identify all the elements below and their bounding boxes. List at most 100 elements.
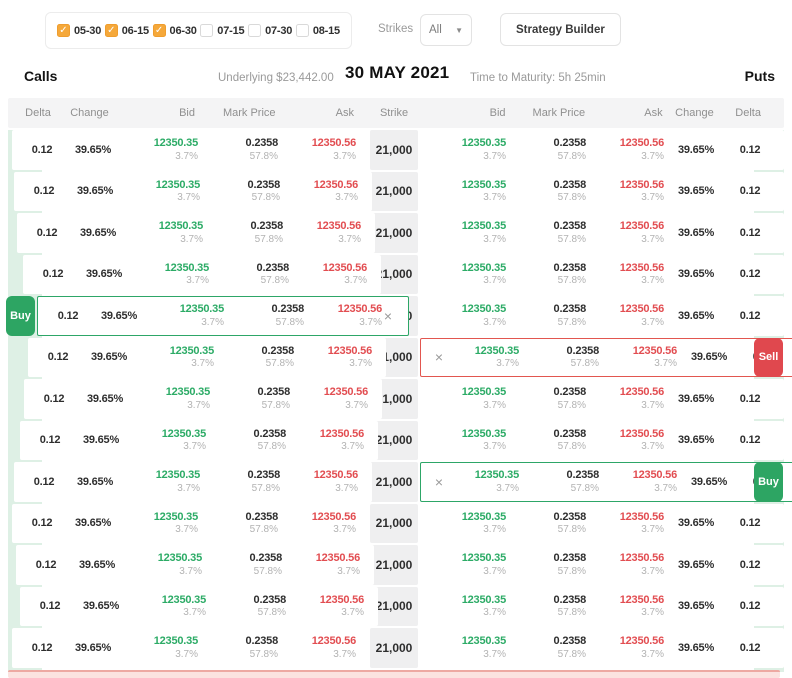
expiry-checkbox-07-15[interactable]: 07-15 xyxy=(200,24,244,37)
calls-row-card[interactable]: 0.12 39.65% 12350.35 3.7% 0.2358 57.8% 1… xyxy=(23,255,381,295)
call-bid-cell[interactable]: 12350.35 3.7% xyxy=(132,594,206,619)
put-ask-cell[interactable]: 12350.56 3.7% xyxy=(586,511,664,536)
puts-row-card[interactable]: × 12350.35 3.7% 0.2358 57.8% 12350.56 3.… xyxy=(420,213,784,253)
call-ask-cell[interactable]: 12350.56 3.7% xyxy=(294,345,372,370)
calls-row-card[interactable]: 0.12 39.65% 12350.35 3.7% 0.2358 57.8% 1… xyxy=(12,130,370,170)
put-bid-cell[interactable]: 12350.35 3.7% xyxy=(432,262,506,287)
call-ask-iv: 3.7% xyxy=(341,607,364,619)
calls-row-card[interactable]: 0.12 39.65% 12350.35 3.7% 0.2358 57.8% 1… xyxy=(14,462,372,502)
put-ask-cell[interactable]: 12350.56 3.7% xyxy=(586,552,664,577)
call-ask-cell[interactable]: 12350.56 3.7% xyxy=(282,552,360,577)
expiry-checkbox-06-15[interactable]: ✓06-15 xyxy=(105,24,149,37)
call-bid-cell[interactable]: 12350.35 3.7% xyxy=(136,386,210,411)
put-ask-cell[interactable]: 12350.56 3.7% xyxy=(586,179,664,204)
put-bid-cell[interactable]: 12350.35 3.7% xyxy=(432,594,506,619)
put-ask-cell[interactable]: 12350.56 3.7% xyxy=(586,303,664,328)
put-ask-cell[interactable]: 12350.56 3.7% xyxy=(586,428,664,453)
call-bid-cell[interactable]: 12350.35 3.7% xyxy=(124,137,198,162)
put-bid-cell[interactable]: 12350.35 3.7% xyxy=(445,345,519,370)
call-ask-cell[interactable]: 12350.56 3.7% xyxy=(286,428,364,453)
call-ask-cell[interactable]: 12350.56 3.7% xyxy=(290,386,368,411)
call-ask-cell[interactable]: 12350.56 3.7% xyxy=(289,262,367,287)
calls-row-card[interactable]: 0.12 39.65% 12350.35 3.7% 0.2358 57.8% 1… xyxy=(37,296,409,336)
call-bid-cell[interactable]: 12350.35 3.7% xyxy=(129,220,203,245)
puts-row-card[interactable]: × 12350.35 3.7% 0.2358 57.8% 12350.56 3.… xyxy=(420,130,784,170)
sell-put-button[interactable]: Sell xyxy=(754,338,783,378)
puts-row-card[interactable]: × 12350.35 3.7% 0.2358 57.8% 12350.56 3.… xyxy=(420,338,792,378)
put-ask-cell[interactable]: 12350.56 3.7% xyxy=(586,386,664,411)
put-ask-cell[interactable]: 12350.56 3.7% xyxy=(586,594,664,619)
put-ask-cell[interactable]: 12350.56 3.7% xyxy=(599,469,677,494)
call-ask-cell[interactable]: 12350.56 3.7% xyxy=(286,594,364,619)
put-ask-cell[interactable]: 12350.56 3.7% xyxy=(586,137,664,162)
call-ask-cell[interactable]: 12350.56 3.7% xyxy=(280,469,358,494)
puts-row-card[interactable]: × 12350.35 3.7% 0.2358 57.8% 12350.56 3.… xyxy=(420,587,784,627)
puts-row-card[interactable]: × 12350.35 3.7% 0.2358 57.8% 12350.56 3.… xyxy=(420,255,784,295)
put-ask-cell[interactable]: 12350.56 3.7% xyxy=(599,345,677,370)
put-ask-cell[interactable]: 12350.56 3.7% xyxy=(586,635,664,660)
puts-row-card[interactable]: × 12350.35 3.7% 0.2358 57.8% 12350.56 3.… xyxy=(420,628,784,668)
close-icon[interactable]: × xyxy=(433,475,445,489)
puts-row-card[interactable]: × 12350.35 3.7% 0.2358 57.8% 12350.56 3.… xyxy=(420,504,784,544)
call-ask-cell[interactable]: 12350.56 3.7% xyxy=(283,220,361,245)
expiry-checkbox-07-30[interactable]: 07-30 xyxy=(248,24,292,37)
put-bid-cell[interactable]: 12350.35 3.7% xyxy=(432,635,506,660)
put-bid-cell[interactable]: 12350.35 3.7% xyxy=(432,303,506,328)
call-bid-cell[interactable]: 12350.35 3.7% xyxy=(150,303,224,328)
buy-call-button[interactable]: Buy xyxy=(6,296,35,336)
checkbox-unchecked-icon[interactable] xyxy=(200,24,213,37)
call-bid-cell[interactable]: 12350.35 3.7% xyxy=(124,511,198,536)
put-bid-cell[interactable]: 12350.35 3.7% xyxy=(432,220,506,245)
call-bid-cell[interactable]: 12350.35 3.7% xyxy=(135,262,209,287)
close-icon[interactable]: × xyxy=(433,350,445,364)
checkbox-unchecked-icon[interactable] xyxy=(248,24,261,37)
put-ask-cell[interactable]: 12350.56 3.7% xyxy=(586,262,664,287)
puts-row-card[interactable]: × 12350.35 3.7% 0.2358 57.8% 12350.56 3.… xyxy=(420,462,792,502)
buy-put-button[interactable]: Buy xyxy=(754,462,783,502)
calls-row-card[interactable]: 0.12 39.65% 12350.35 3.7% 0.2358 57.8% 1… xyxy=(17,213,375,253)
put-bid-cell[interactable]: 12350.35 3.7% xyxy=(432,179,506,204)
calls-row-card[interactable]: 0.12 39.65% 12350.35 3.7% 0.2358 57.8% 1… xyxy=(24,379,382,419)
call-bid-cell[interactable]: 12350.35 3.7% xyxy=(132,428,206,453)
calls-row-card[interactable]: 0.12 39.65% 12350.35 3.7% 0.2358 57.8% 1… xyxy=(14,172,372,212)
call-ask-cell[interactable]: 12350.56 3.7% xyxy=(278,511,356,536)
call-bid-cell[interactable]: 12350.35 3.7% xyxy=(140,345,214,370)
put-bid-cell[interactable]: 12350.35 3.7% xyxy=(432,137,506,162)
close-icon[interactable]: × xyxy=(382,309,394,323)
checkbox-unchecked-icon[interactable] xyxy=(296,24,309,37)
calls-row-card[interactable]: 0.12 39.65% 12350.35 3.7% 0.2358 57.8% 1… xyxy=(20,587,378,627)
put-ask-cell[interactable]: 12350.56 3.7% xyxy=(586,220,664,245)
call-bid-cell[interactable]: 12350.35 3.7% xyxy=(126,469,200,494)
call-ask-cell[interactable]: 12350.56 3.7% xyxy=(278,635,356,660)
put-bid-cell[interactable]: 12350.35 3.7% xyxy=(432,511,506,536)
calls-row-card[interactable]: 0.12 39.65% 12350.35 3.7% 0.2358 57.8% 1… xyxy=(12,628,370,668)
puts-row-card[interactable]: × 12350.35 3.7% 0.2358 57.8% 12350.56 3.… xyxy=(420,545,784,585)
put-bid-cell[interactable]: 12350.35 3.7% xyxy=(432,428,506,453)
checkbox-checked-icon[interactable]: ✓ xyxy=(57,24,70,37)
expiry-checkbox-06-30[interactable]: ✓06-30 xyxy=(153,24,197,37)
puts-row-card[interactable]: × 12350.35 3.7% 0.2358 57.8% 12350.56 3.… xyxy=(420,421,784,461)
call-bid-cell[interactable]: 12350.35 3.7% xyxy=(124,635,198,660)
expiry-checkbox-08-15[interactable]: 08-15 xyxy=(296,24,340,37)
call-bid-cell[interactable]: 12350.35 3.7% xyxy=(128,552,202,577)
checkbox-checked-icon[interactable]: ✓ xyxy=(153,24,166,37)
puts-row-card[interactable]: × 12350.35 3.7% 0.2358 57.8% 12350.56 3.… xyxy=(420,296,784,336)
calls-row-card[interactable]: 0.12 39.65% 12350.35 3.7% 0.2358 57.8% 1… xyxy=(16,545,374,585)
checkbox-checked-icon[interactable]: ✓ xyxy=(105,24,118,37)
put-bid-cell[interactable]: 12350.35 3.7% xyxy=(432,386,506,411)
put-bid-cell[interactable]: 12350.35 3.7% xyxy=(445,469,519,494)
puts-row-card[interactable]: × 12350.35 3.7% 0.2358 57.8% 12350.56 3.… xyxy=(420,172,784,212)
put-bid-cell[interactable]: 12350.35 3.7% xyxy=(432,552,506,577)
call-ask-cell[interactable]: 12350.56 3.7% xyxy=(280,179,358,204)
strategy-builder-button[interactable]: Strategy Builder xyxy=(500,13,621,46)
call-bid-cell[interactable]: 12350.35 3.7% xyxy=(126,179,200,204)
calls-row-card[interactable]: 0.12 39.65% 12350.35 3.7% 0.2358 57.8% 1… xyxy=(12,504,370,544)
call-ask-cell[interactable]: 12350.56 3.7% xyxy=(278,137,356,162)
strikes-dropdown[interactable]: All ▼ xyxy=(420,14,472,46)
calls-row-card[interactable]: 0.12 39.65% 12350.35 3.7% 0.2358 57.8% 1… xyxy=(20,421,378,461)
puts-row-card[interactable]: × 12350.35 3.7% 0.2358 57.8% 12350.56 3.… xyxy=(420,379,784,419)
call-mark-iv: 57.8% xyxy=(262,400,290,412)
expiry-checkbox-05-30[interactable]: ✓05-30 xyxy=(57,24,101,37)
call-ask-cell[interactable]: 12350.56 3.7% xyxy=(304,303,382,328)
calls-row-card[interactable]: 0.12 39.65% 12350.35 3.7% 0.2358 57.8% 1… xyxy=(28,338,386,378)
